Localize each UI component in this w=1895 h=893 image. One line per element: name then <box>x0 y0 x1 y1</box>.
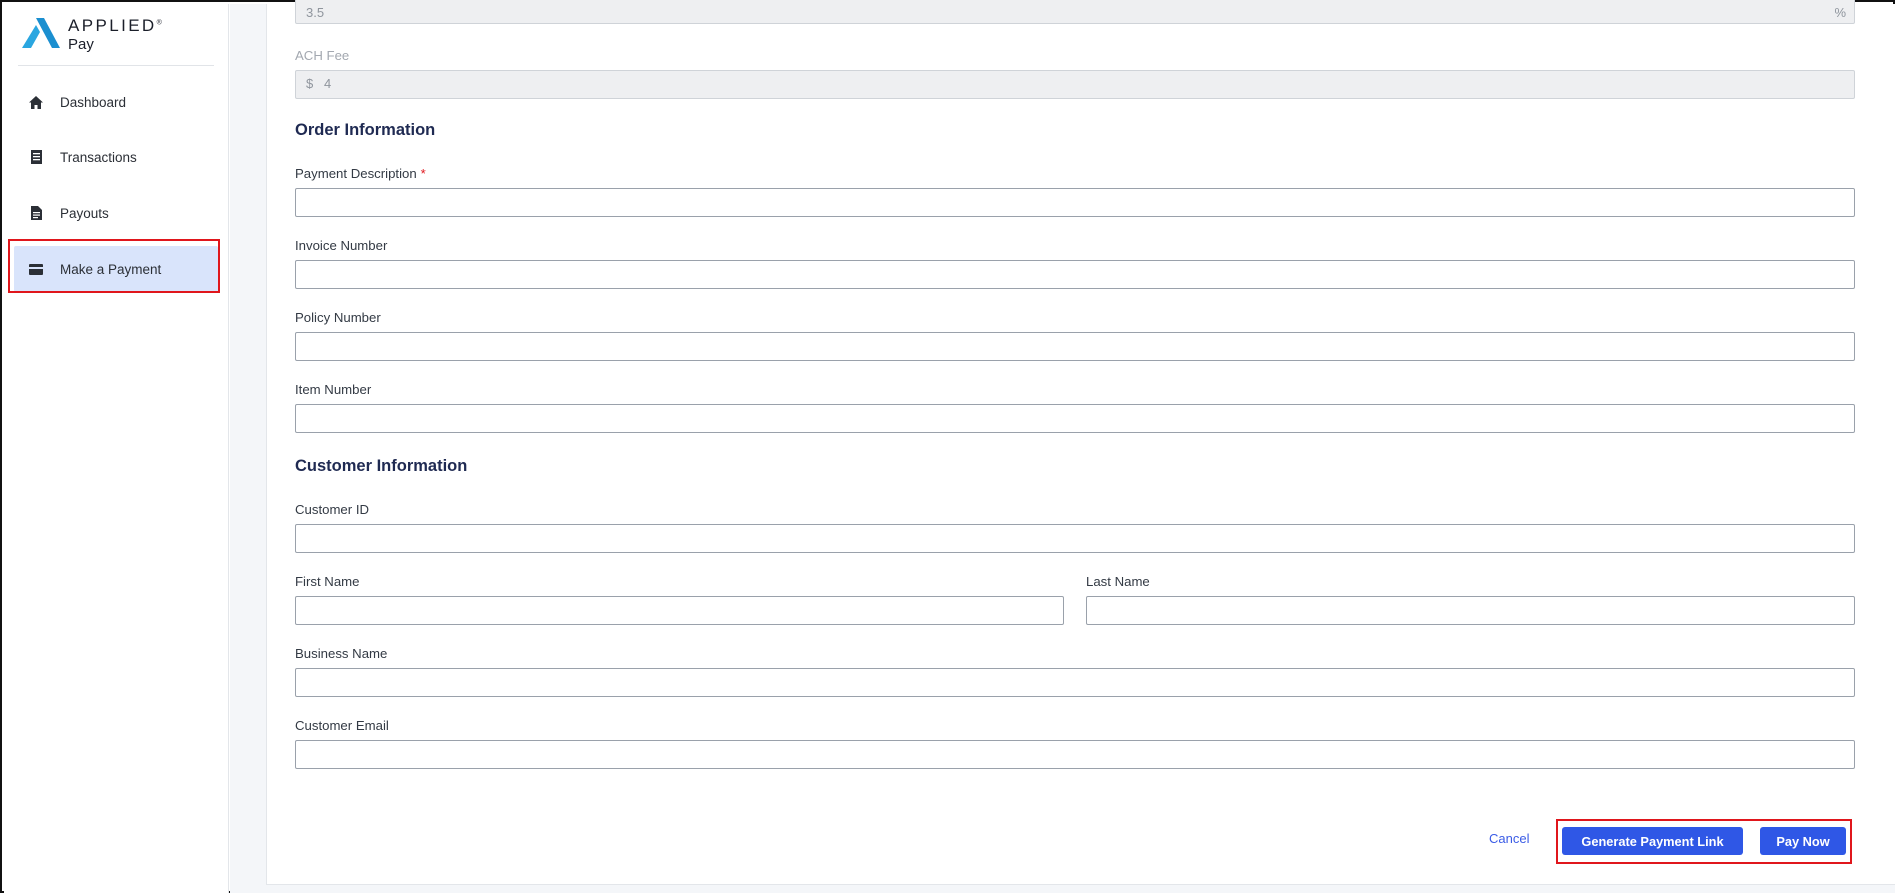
annotation-highlight-buttons <box>1556 819 1852 864</box>
cancel-button[interactable]: Cancel <box>1489 831 1529 846</box>
document-icon <box>28 205 44 221</box>
customer-information-title: Customer Information <box>295 457 468 475</box>
customer-email-label: Customer Email <box>295 718 389 733</box>
sidebar: APPLIED® Pay Dashboard Transactions Payo… <box>4 4 229 893</box>
first-name-label: First Name <box>295 574 360 589</box>
ach-fee-label: ACH Fee <box>295 48 350 63</box>
card-fee-input: 3.5 % <box>295 0 1855 24</box>
payment-description-label: Payment Description * <box>295 166 426 181</box>
applied-logo-icon <box>22 18 60 48</box>
item-number-label: Item Number <box>295 382 372 397</box>
ach-fee-value: 4 <box>324 76 332 91</box>
brand-logo[interactable]: APPLIED® Pay <box>22 14 202 54</box>
ledger-icon <box>28 149 44 165</box>
home-icon <box>28 94 44 110</box>
sidebar-item-dashboard[interactable]: Dashboard <box>14 79 218 125</box>
brand-product: Pay <box>68 36 94 53</box>
policy-number-input[interactable] <box>295 332 1855 361</box>
customer-email-input[interactable] <box>295 740 1855 769</box>
brand-name: APPLIED® <box>68 16 162 35</box>
main-area: 3.5 % ACH Fee $ 4 Order Information Paym… <box>230 0 1895 893</box>
first-name-input[interactable] <box>295 596 1064 625</box>
payment-form: 3.5 % ACH Fee $ 4 Order Information Paym… <box>266 0 1895 885</box>
annotation-highlight-nav <box>8 239 220 293</box>
ach-fee-input: $ 4 <box>295 70 1855 99</box>
sidebar-item-label: Transactions <box>60 149 137 165</box>
customer-id-input[interactable] <box>295 524 1855 553</box>
invoice-number-label: Invoice Number <box>295 238 388 253</box>
business-name-label: Business Name <box>295 646 388 661</box>
percent-suffix: % <box>1834 5 1846 20</box>
sidebar-divider <box>18 65 214 66</box>
payment-description-input[interactable] <box>295 188 1855 217</box>
business-name-input[interactable] <box>295 668 1855 697</box>
card-fee-value: 3.5 <box>306 5 325 20</box>
sidebar-item-label: Payouts <box>60 205 109 221</box>
last-name-label: Last Name <box>1086 574 1150 589</box>
policy-number-label: Policy Number <box>295 310 381 325</box>
invoice-number-input[interactable] <box>295 260 1855 289</box>
sidebar-item-transactions[interactable]: Transactions <box>14 134 218 180</box>
dollar-prefix: $ <box>306 76 314 91</box>
order-information-title: Order Information <box>295 121 436 139</box>
customer-id-label: Customer ID <box>295 502 370 517</box>
app-window: APPLIED® Pay Dashboard Transactions Payo… <box>0 0 1895 893</box>
required-marker: * <box>420 166 426 181</box>
sidebar-item-payouts[interactable]: Payouts <box>14 190 218 236</box>
sidebar-item-label: Dashboard <box>60 94 127 110</box>
item-number-input[interactable] <box>295 404 1855 433</box>
last-name-input[interactable] <box>1086 596 1855 625</box>
